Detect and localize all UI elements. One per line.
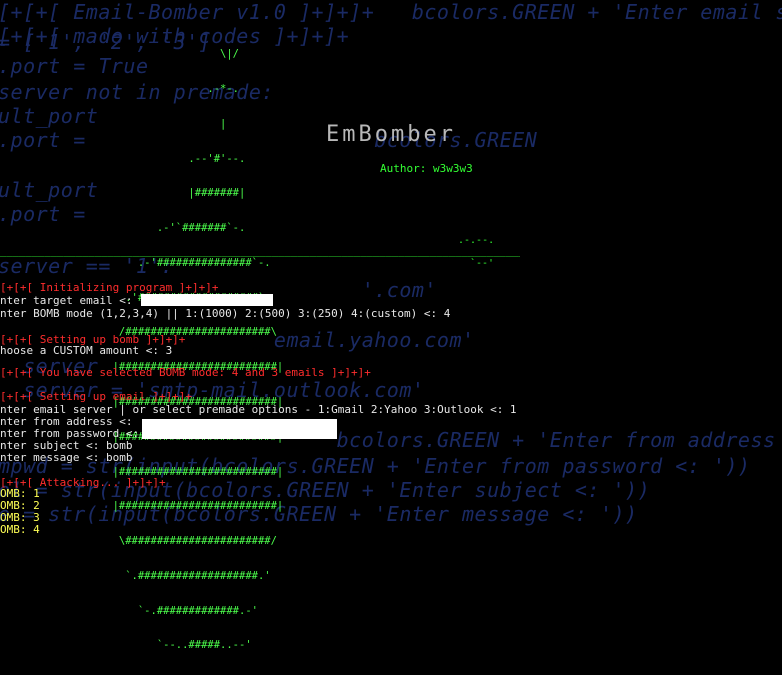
- ascii-row: .-'`#######`-.: [62, 222, 246, 235]
- mode-prompt: nter BOMB mode (1,2,3,4) || 1:(1000) 2:(…: [0, 307, 451, 320]
- ascii-row: \|/: [62, 48, 240, 61]
- bomb-count-line: OMB: 4: [0, 523, 40, 536]
- setup-email-header: [+[+[ Setting up email ]+]+]+: [0, 390, 193, 403]
- message-prompt: nter message <: bomb: [0, 451, 133, 464]
- logo-title: EmBomber: [326, 122, 456, 147]
- redacted-target-email: [141, 294, 273, 306]
- ascii-row: `.###################.': [62, 569, 271, 582]
- ascii-row: `--..#####..--': [62, 639, 252, 652]
- ascii-row: |#######|: [62, 187, 246, 200]
- redacted-credentials: [142, 419, 337, 439]
- target-prompt: nter target email <:: [0, 294, 140, 307]
- ascii-row: .-*-.: [62, 82, 240, 95]
- ascii-row: `-.#############.-': [62, 604, 258, 617]
- ascii-row: |#########################|: [62, 500, 284, 513]
- ascii-row: |: [62, 117, 227, 130]
- ascii-row: .--'#'--.: [62, 152, 246, 165]
- ascii-row: \#######################/: [62, 535, 277, 548]
- selected-mode: [+[+[ You have selected BOMB mode: 4 and…: [0, 366, 371, 379]
- fuse-bottom: `--': [470, 258, 495, 269]
- author-label: Author: w3w3w3: [380, 162, 473, 175]
- ascii-row: .-'###############`-.: [62, 256, 271, 269]
- app-logo: EmBomber: [326, 122, 456, 147]
- terminal-window: \|/ .-*-. | .--'#'--. |#######| .-'`####…: [0, 0, 782, 651]
- fuse-line: ________________________________________…: [0, 245, 520, 257]
- custom-amount: hoose a CUSTOM amount <: 3: [0, 344, 173, 357]
- init-header: [+[+[ Initializing program ]+]+]+: [0, 281, 219, 294]
